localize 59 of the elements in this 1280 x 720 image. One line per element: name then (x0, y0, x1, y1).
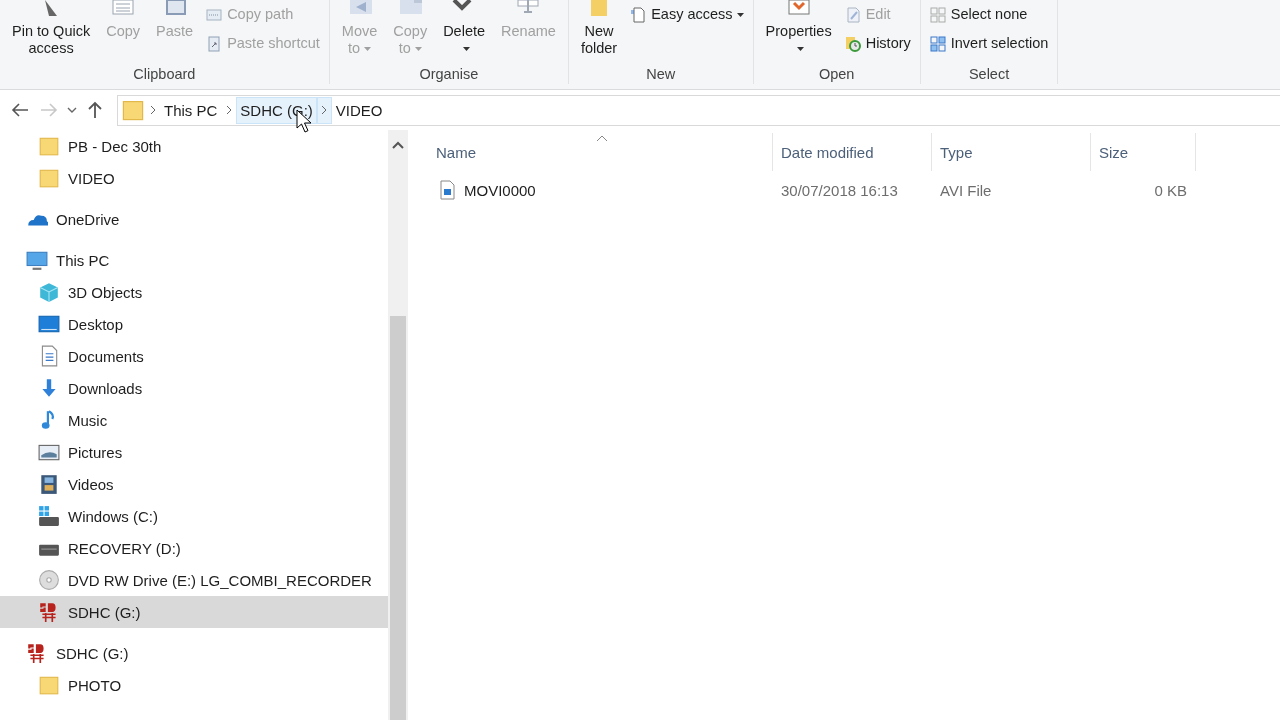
breadcrumb[interactable]: VIDEO (331, 96, 387, 124)
breadcrumb[interactable]: This PC (160, 96, 222, 124)
group-label: Organise (418, 65, 480, 84)
ribbon-button[interactable]: New folder (574, 0, 624, 57)
drive-icon (38, 505, 60, 527)
nav-item[interactable]: Windows (C:) (0, 500, 388, 532)
ribbon-button[interactable]: Pin to Quick access (6, 0, 97, 57)
group-label: New (645, 65, 677, 84)
scroll-thumb[interactable] (390, 316, 406, 720)
nav-item[interactable]: Music (0, 404, 388, 436)
nav-item[interactable]: SDHC (G:) (0, 637, 388, 669)
chevron-right-icon[interactable] (321, 105, 328, 115)
video-file-icon (438, 180, 458, 200)
scrollbar[interactable] (388, 130, 408, 720)
clock-icon (844, 35, 861, 52)
desktop-icon (38, 313, 60, 335)
ribbon-button[interactable]: Easy access (627, 5, 747, 24)
document-icon (630, 6, 647, 23)
monitor-icon (26, 249, 48, 271)
nav-item[interactable]: RECOVERY (D:) (0, 532, 388, 564)
table-cell: 30/07/2018 16:13 (781, 181, 898, 199)
chevron-right-icon[interactable] (225, 105, 232, 115)
ribbon-button[interactable]: Select none (926, 5, 1052, 24)
column-header[interactable]: Name (428, 133, 773, 171)
nav-item[interactable]: Pictures (0, 436, 388, 468)
nav-item[interactable]: PB - Dec 30th (0, 130, 388, 162)
column-header[interactable]: Size (1091, 133, 1196, 171)
clipboard-icon (206, 35, 223, 52)
ribbon-button[interactable]: Invert selection (926, 34, 1052, 53)
grid-icon (929, 6, 946, 23)
nav-item[interactable]: DVD RW Drive (E:) LG_COMBI_RECORDER (0, 564, 388, 596)
film-icon (38, 473, 60, 495)
pencil-document-icon (844, 6, 861, 23)
nav-item[interactable]: OneDrive (0, 203, 388, 235)
column-header[interactable]: Date modified (773, 133, 932, 171)
chevron-right-icon[interactable] (149, 105, 156, 115)
file-name: MOVI0000 (464, 181, 536, 199)
group-label: Select (967, 65, 1011, 84)
grid-icon (929, 35, 946, 52)
nav-item[interactable]: PHOTO (0, 669, 388, 701)
disc-icon (38, 569, 60, 591)
group-label: Open (817, 65, 856, 84)
nav-item[interactable]: Desktop (0, 308, 388, 340)
ribbon-button[interactable]: Properties (759, 0, 838, 57)
ribbon-button[interactable]: History (841, 34, 914, 53)
ribbon-button[interactable]: Delete (437, 0, 492, 57)
nav-item[interactable]: Videos (0, 468, 388, 500)
nav-item[interactable]: Documents (0, 340, 388, 372)
cube-icon (38, 281, 60, 303)
nav-item[interactable]: Downloads (0, 372, 388, 404)
file-row[interactable]: MOVI0000 30/07/2018 16:13 AVI File 0 KB (428, 174, 1280, 206)
nav-item[interactable]: This PC (0, 244, 388, 276)
nav-item[interactable]: VIDEO (0, 162, 388, 194)
table-cell: 0 KB (1154, 181, 1187, 199)
group-label: Clipboard (132, 65, 197, 84)
column-header[interactable]: Type (932, 133, 1091, 171)
nav-item[interactable]: SDHC (G:) (0, 596, 388, 628)
nav-item[interactable]: 3D Objects (0, 276, 388, 308)
table-cell: AVI File (940, 181, 992, 199)
